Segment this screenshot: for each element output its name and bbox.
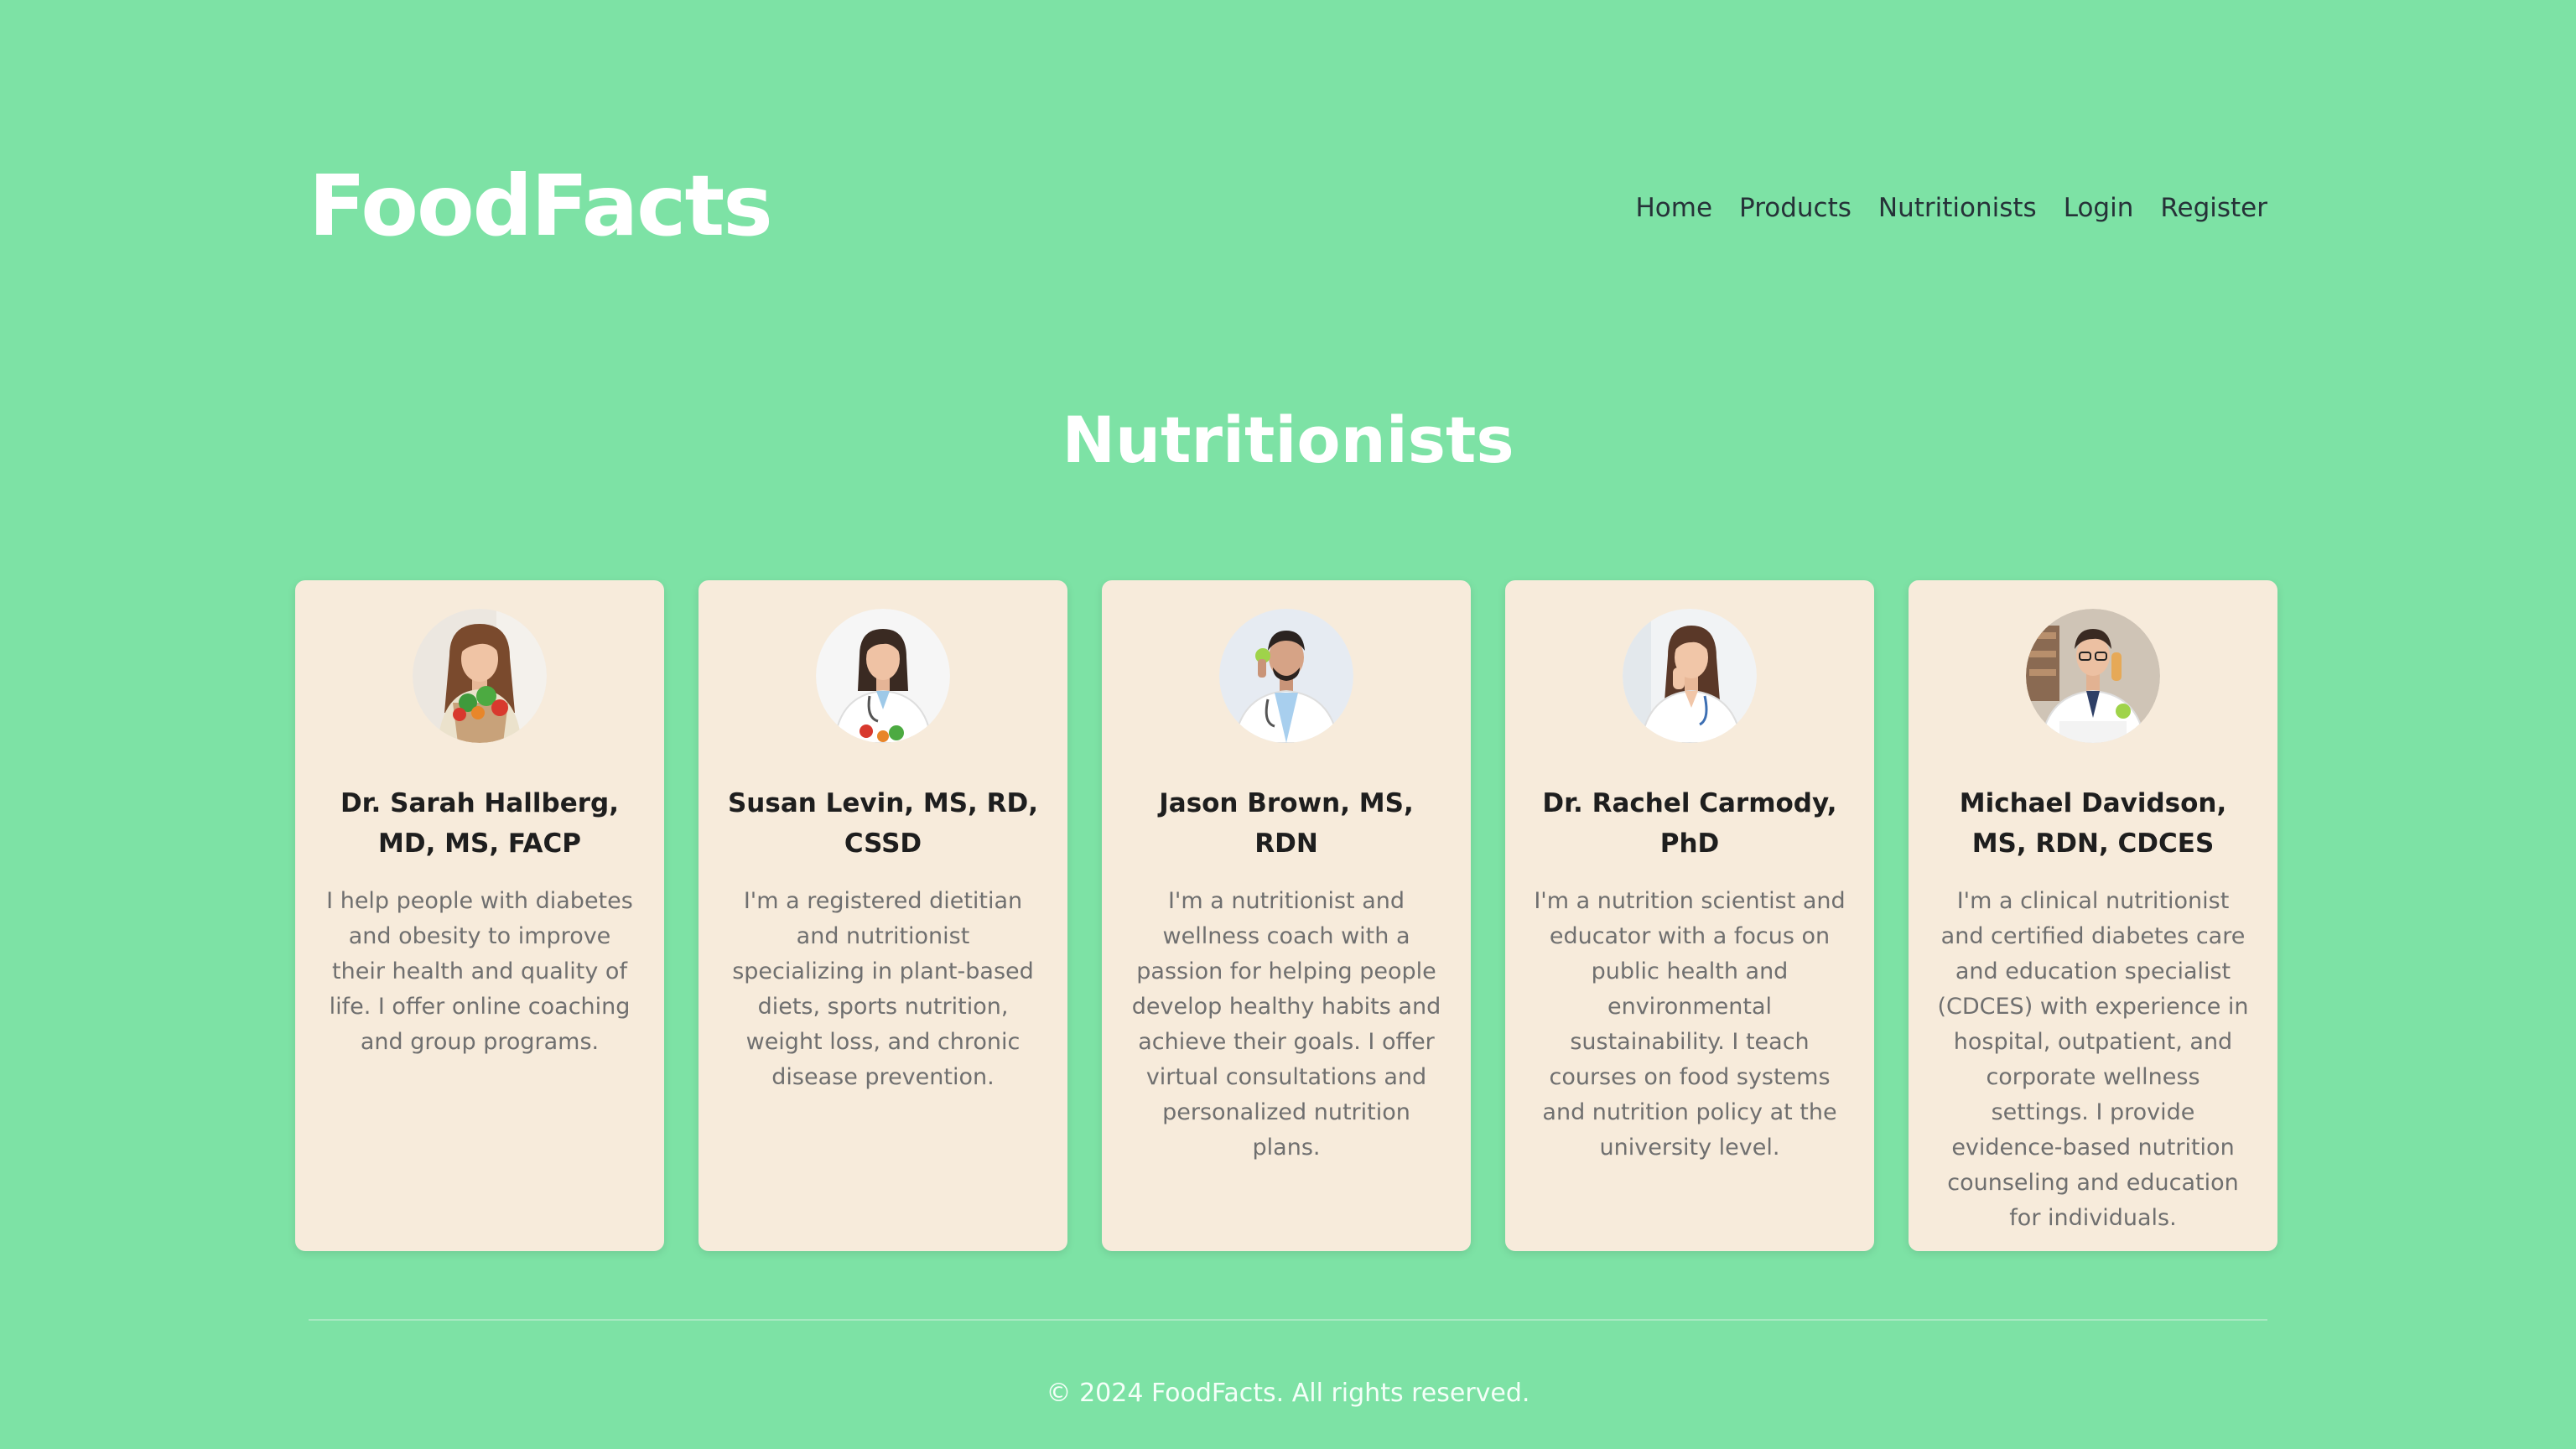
site-logo[interactable]: FoodFacts [309, 157, 773, 255]
page-title: Nutritionists [1062, 402, 1514, 477]
avatar [1219, 609, 1353, 743]
nutritionist-name: Dr. Rachel Carmody, PhD [1542, 788, 1837, 859]
main-nav: Home Products Nutritionists Login Regist… [1636, 193, 2268, 223]
footer-copyright: © 2024 FoodFacts. All rights reserved. [1046, 1379, 1530, 1408]
nutritionist-bio: I help people with diabetes and obesity … [326, 888, 633, 1055]
nutritionist-name: Jason Brown, MS, RDN [1159, 788, 1414, 859]
nav-home[interactable]: Home [1636, 193, 1713, 223]
nutritionist-cards: Dr. Sarah Hallberg, MD, MS, FACP I help … [295, 580, 2281, 1251]
nutritionist-card: Susan Levin, MS, RD, CSSD I'm a register… [699, 580, 1067, 1251]
nutritionist-bio: I'm a clinical nutritionist and certifie… [1937, 888, 2249, 1231]
nav-nutritionists[interactable]: Nutritionists [1878, 193, 2037, 223]
nutritionist-bio: I'm a registered dietitian and nutrition… [732, 888, 1034, 1090]
nutritionist-name: Dr. Sarah Hallberg, MD, MS, FACP [340, 788, 620, 859]
nutritionist-card: Dr. Rachel Carmody, PhD I'm a nutrition … [1505, 580, 1874, 1251]
nutritionist-bio: I'm a nutrition scientist and educator w… [1534, 888, 1846, 1161]
avatar [816, 609, 950, 743]
avatar [1623, 609, 1757, 743]
nutritionist-card: Jason Brown, MS, RDN I'm a nutritionist … [1102, 580, 1471, 1251]
avatar [2026, 609, 2160, 743]
nav-login[interactable]: Login [2064, 193, 2134, 223]
nav-products[interactable]: Products [1739, 193, 1852, 223]
nutritionist-bio: I'm a nutritionist and wellness coach wi… [1131, 888, 1441, 1161]
footer-divider [309, 1319, 2267, 1321]
nutritionist-card: Michael Davidson, MS, RDN, CDCES I'm a c… [1909, 580, 2277, 1251]
nutritionist-card: Dr. Sarah Hallberg, MD, MS, FACP I help … [295, 580, 664, 1251]
avatar [413, 609, 547, 743]
nav-register[interactable]: Register [2160, 193, 2267, 223]
site-header: FoodFacts Home Products Nutritionists Lo… [309, 151, 2267, 260]
nutritionist-name: Susan Levin, MS, RD, CSSD [727, 788, 1038, 859]
nutritionist-name: Michael Davidson, MS, RDN, CDCES [1959, 788, 2227, 859]
